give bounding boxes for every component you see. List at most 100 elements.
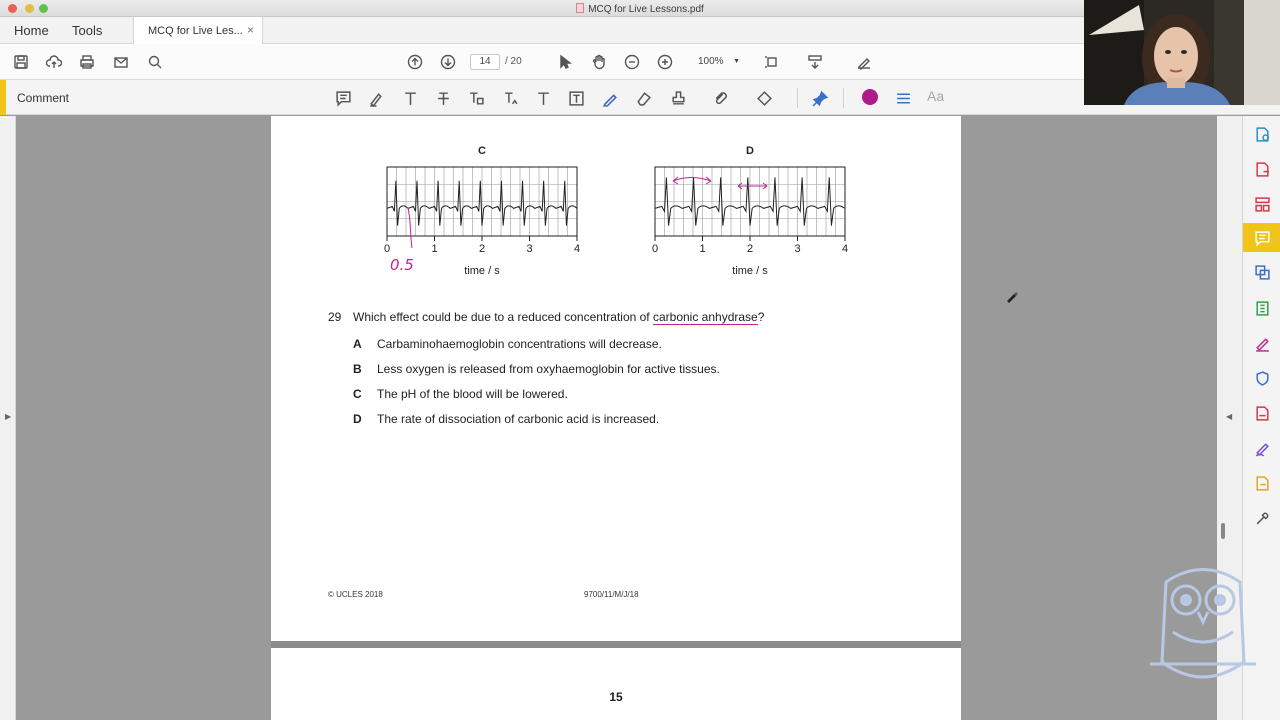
collapse-right-panel-icon[interactable]: ◀ [1226,412,1232,421]
eraser-icon[interactable] [633,88,653,108]
email-icon[interactable] [112,53,130,71]
pencil-cursor-icon [1007,292,1018,303]
customize-tools-icon[interactable] [1252,508,1272,528]
scroll-mode-icon[interactable] [806,53,824,71]
x-tick-label: 3 [526,243,532,255]
question-number: 29 [328,310,342,324]
comment-tool-icon[interactable] [1252,228,1272,248]
option-text: Carbaminohaemoglobin concentrations will… [377,337,662,351]
zoom-level-select[interactable]: 100% ▼ [688,54,744,70]
comment-label: Comment [17,91,70,105]
x-axis-label: time / s [732,265,768,277]
stamp-icon[interactable] [668,88,688,108]
chart-title: C [478,145,486,157]
annotation-color-swatch[interactable] [862,89,878,105]
x-tick-label: 3 [794,243,800,255]
footer-paper-code: 9700/11/M/J/18 [584,590,639,599]
x-tick-label: 1 [431,243,437,255]
sign-icon[interactable] [1252,438,1272,458]
x-tick-label: 1 [699,243,705,255]
pdf-document-icon[interactable] [1252,403,1272,423]
tab-document-label: MCQ for Live Les... [148,25,243,37]
presenter-video [1084,0,1280,105]
insert-text-icon[interactable] [500,88,520,108]
handwritten-annotation [737,182,768,190]
sticky-note-icon[interactable] [333,88,353,108]
ecg-figures: C 0 1 2 3 4 time / s 0.5 D 0 1 2 3 4 time / s [384,145,848,277]
add-text-icon[interactable] [533,88,553,108]
webcam-overlay [1084,0,1280,105]
replace-text-icon[interactable] [466,88,486,108]
owl-watermark-logo [1150,568,1256,679]
strikethrough-icon[interactable] [433,88,453,108]
text-box-icon[interactable] [566,88,586,108]
upload-cloud-icon[interactable] [45,53,63,71]
next-page-icon[interactable] [439,53,457,71]
pin-icon[interactable] [810,88,830,108]
page-gap [271,641,961,648]
shapes-icon[interactable] [754,88,774,108]
export-pdf-icon[interactable] [1252,159,1272,179]
tab-document[interactable]: MCQ for Live Les... × [133,17,263,44]
text-icon[interactable] [400,88,420,108]
tab-tools[interactable]: Tools [72,23,102,38]
footer-copyright: © UCLES 2018 [328,590,383,599]
handwritten-annotation [672,176,712,185]
option-letter: B [353,362,362,376]
underlined-term: carbonic anhydrase [652,310,758,325]
zoom-out-icon[interactable] [623,53,641,71]
line-weight-icon[interactable] [893,88,913,108]
comment-accent [0,80,6,115]
left-panel-strip: ▶ [0,116,16,720]
option-text: The pH of the blood will be lowered. [377,387,568,401]
expand-left-panel-icon[interactable]: ▶ [5,412,11,421]
option-letter: D [353,412,362,426]
x-tick-label: 0 [384,243,390,255]
tab-home[interactable]: Home [14,23,49,38]
handwritten-annotation [407,207,413,249]
page-total: / 20 [505,56,522,67]
page-number: 15 [609,690,623,704]
save-icon[interactable] [12,53,30,71]
fill-and-sign-icon[interactable] [1252,333,1272,353]
text-style-button[interactable]: Aa [927,88,944,104]
x-axis-d: 0 1 2 3 4 [652,236,848,255]
option-letter: A [353,337,362,351]
pencil-draw-icon[interactable] [600,88,620,108]
combine-files-icon[interactable] [1252,262,1272,282]
send-for-review-icon[interactable] [1252,473,1272,493]
option-letter: C [353,387,362,401]
pdf-page-next: 15 [271,648,961,720]
chart-title: D [746,145,754,157]
create-pdf-icon[interactable] [1252,124,1272,144]
select-cursor-icon[interactable] [556,53,574,71]
x-axis-label: time / s [464,265,500,277]
x-tick-label: 0 [652,243,658,255]
page-number-input[interactable]: 14 [470,54,500,70]
fill-sign-icon[interactable] [855,53,873,71]
handwritten-annotation: 0.5 [390,256,414,274]
toolbar-separator [797,88,798,108]
organize-pages-icon[interactable] [1252,194,1272,214]
x-axis-c: 0 1 2 3 4 [384,236,580,255]
option-text: Less oxygen is released from oxyhaemoglo… [377,362,720,376]
zoom-in-icon[interactable] [656,53,674,71]
protect-icon[interactable] [1252,368,1272,388]
previous-page-icon[interactable] [406,53,424,71]
x-tick-label: 4 [574,243,580,255]
pdf-page: C 0 1 2 3 4 time / s 0.5 D 0 1 2 3 4 time / s 29… [271,116,961,641]
print-icon[interactable] [78,53,96,71]
x-tick-label: 2 [747,243,753,255]
option-text: The rate of dissociation of carbonic aci… [377,412,660,426]
tab-close-icon[interactable]: × [247,23,254,37]
hand-tool-icon[interactable] [590,53,608,71]
attach-file-icon[interactable] [710,88,730,108]
pdf-file-icon [576,3,585,13]
scrollbar-thumb[interactable] [1221,523,1225,539]
search-icon[interactable] [146,53,164,71]
compress-pdf-icon[interactable] [1252,298,1272,318]
toolbar-separator [843,88,844,108]
x-tick-label: 2 [479,243,485,255]
fit-page-icon[interactable] [764,53,782,71]
highlight-icon[interactable] [366,88,386,108]
